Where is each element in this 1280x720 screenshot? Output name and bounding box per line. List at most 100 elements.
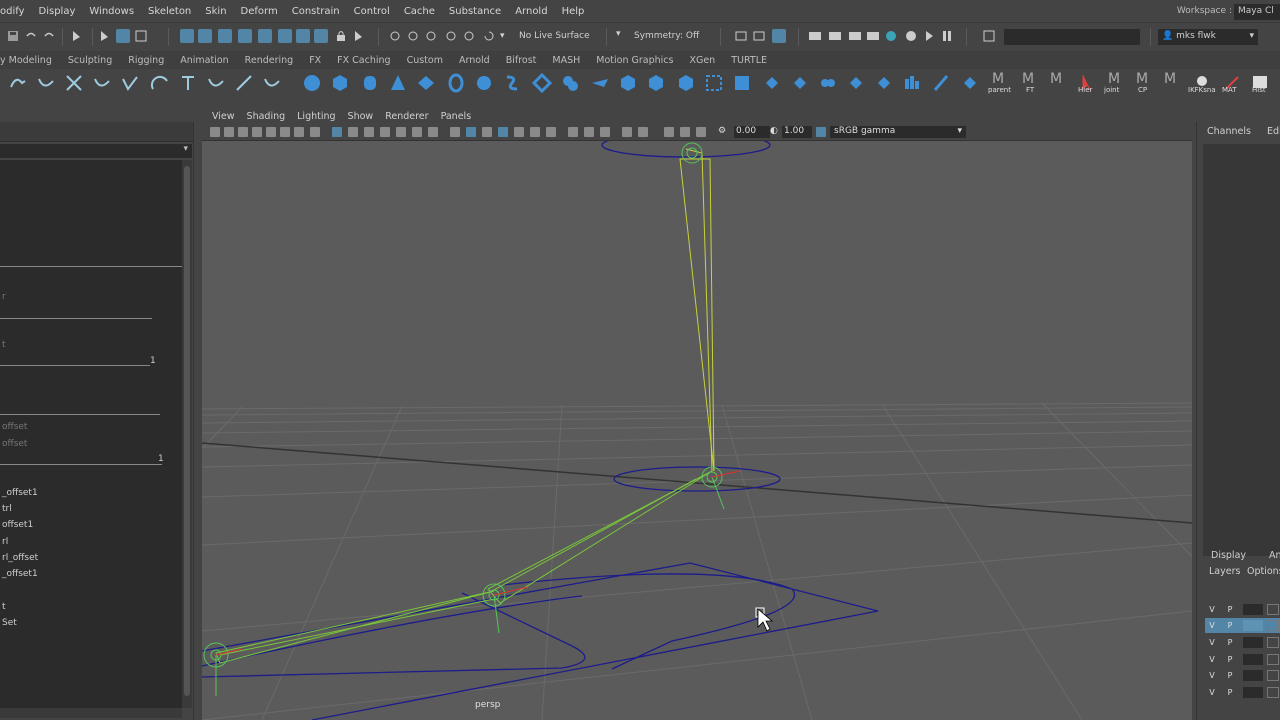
safe-title-icon[interactable]: [428, 127, 438, 137]
joint-icon[interactable]: M: [1108, 71, 1120, 87]
chevron-down-icon[interactable]: ▾: [500, 31, 505, 47]
history-icon[interactable]: [388, 29, 402, 43]
snap-help-icon[interactable]: [314, 29, 328, 43]
list-item[interactable]: _offset1: [2, 488, 38, 498]
render-frame-icon[interactable]: [808, 29, 822, 43]
render-settings-icon[interactable]: [848, 29, 862, 43]
plane-icon[interactable]: [416, 73, 436, 93]
layer-playback-toggle[interactable]: P: [1223, 670, 1237, 681]
lock-icon[interactable]: [334, 29, 348, 43]
outliner-horizontal-scrollbar[interactable]: [0, 708, 182, 718]
tab-rendering[interactable]: Rendering: [237, 55, 302, 66]
mirror-icon[interactable]: [846, 73, 866, 93]
layer-playback-toggle[interactable]: P: [1223, 604, 1237, 615]
render-history-icon[interactable]: [424, 29, 438, 43]
viewport-menu-show[interactable]: Show: [342, 111, 380, 122]
layer-visibility-toggle[interactable]: V: [1205, 620, 1219, 631]
curve-tool-icon[interactable]: [206, 73, 226, 93]
menu-cache[interactable]: Cache: [397, 6, 442, 17]
pick-icon[interactable]: [352, 29, 366, 43]
bevel-icon[interactable]: [646, 73, 666, 93]
ft-icon[interactable]: M: [1022, 71, 1034, 87]
tab-channels[interactable]: Channels: [1207, 126, 1251, 137]
tab-motion-graphics[interactable]: Motion Graphics: [588, 55, 681, 66]
undo-icon[interactable]: [24, 29, 38, 43]
menu-skeleton[interactable]: Skeleton: [141, 6, 198, 17]
safe-action-icon[interactable]: [412, 127, 422, 137]
paint-icon[interactable]: [932, 73, 952, 93]
select-hierarchy-icon[interactable]: [98, 29, 112, 43]
layer-edit-icon[interactable]: [1267, 604, 1279, 615]
list-item[interactable]: t: [2, 602, 6, 612]
layer-playback-toggle[interactable]: P: [1223, 654, 1237, 665]
cylinder-icon[interactable]: [360, 73, 380, 93]
resolution-gate-icon[interactable]: [364, 127, 374, 137]
redo-icon[interactable]: [42, 29, 56, 43]
wireframe-on-shaded-icon[interactable]: [482, 127, 492, 137]
cv-curve-icon[interactable]: [36, 73, 56, 93]
layer-row[interactable]: V P: [1205, 685, 1280, 700]
quad-draw-icon[interactable]: [960, 73, 980, 93]
arnold-render-icon[interactable]: [884, 29, 898, 43]
m-icon[interactable]: M: [1164, 71, 1176, 87]
tab-fx-caching[interactable]: FX Caching: [329, 55, 398, 66]
bookmark-icon[interactable]: [238, 127, 248, 137]
menu-display[interactable]: Display: [32, 6, 83, 17]
scrollbar-thumb[interactable]: [184, 166, 190, 696]
lights-icon[interactable]: [530, 127, 540, 137]
grid-icon[interactable]: [332, 127, 342, 137]
save-scene-icon[interactable]: [6, 29, 20, 43]
snap-surface-icon[interactable]: [258, 29, 272, 43]
tab-mash[interactable]: MASH: [544, 55, 588, 66]
construction-icon[interactable]: [406, 29, 420, 43]
arnold-ipr-icon[interactable]: [904, 29, 918, 43]
layer-visibility-toggle[interactable]: V: [1205, 654, 1219, 665]
cone-icon[interactable]: [388, 73, 408, 93]
list-item[interactable]: offset: [2, 439, 27, 449]
tab-fx[interactable]: FX: [301, 55, 329, 66]
uv-editor-icon[interactable]: [902, 73, 922, 93]
layer-color-swatch[interactable]: [1243, 687, 1263, 698]
xray-icon[interactable]: [638, 127, 648, 137]
multicut-icon[interactable]: [732, 73, 752, 93]
parent-icon[interactable]: M: [992, 71, 1004, 87]
list-item[interactable]: r: [2, 292, 6, 302]
anti-aliasing-icon[interactable]: [600, 127, 610, 137]
tab-bifrost[interactable]: Bifrost: [498, 55, 545, 66]
layer-color-swatch[interactable]: [1243, 637, 1263, 648]
pencil-curve-icon[interactable]: [120, 73, 140, 93]
smooth-shade-icon[interactable]: [466, 127, 476, 137]
xray-icon[interactable]: [772, 29, 786, 43]
arc-curve-icon[interactable]: [150, 73, 170, 93]
m-icon[interactable]: M: [1050, 71, 1062, 87]
layer-row[interactable]: V P: [1205, 635, 1280, 650]
torus-icon[interactable]: [446, 73, 466, 93]
tab-sculpting[interactable]: Sculpting: [60, 55, 120, 66]
color-management-icon[interactable]: [696, 127, 706, 137]
menu-deform[interactable]: Deform: [234, 6, 285, 17]
gate-mask-icon[interactable]: [380, 127, 390, 137]
layer-visibility-toggle[interactable]: V: [1205, 670, 1219, 681]
outliner-list[interactable]: r t 1 offset offset 1 _offset1 trl offse…: [0, 160, 182, 708]
extrude-icon[interactable]: [618, 73, 638, 93]
layer-row[interactable]: V P: [1205, 668, 1280, 683]
viewport-menu-view[interactable]: View: [206, 111, 241, 122]
isolate-icon[interactable]: [622, 127, 632, 137]
layer-visibility-toggle[interactable]: V: [1205, 604, 1219, 615]
smooth-icon[interactable]: [590, 73, 610, 93]
circularize-icon[interactable]: [874, 73, 894, 93]
outliner-scrollbar[interactable]: [182, 160, 192, 708]
pause-icon[interactable]: [940, 29, 954, 43]
exposure-field[interactable]: 0.00: [734, 126, 770, 138]
motion-blur-icon[interactable]: [584, 127, 594, 137]
grease-pencil-icon[interactable]: [280, 127, 290, 137]
menu-windows[interactable]: Windows: [82, 6, 141, 17]
layer-row[interactable]: V P: [1205, 618, 1280, 633]
workspace-dropdown[interactable]: Maya Cl: [1234, 4, 1280, 20]
hypershade-icon[interactable]: [866, 29, 880, 43]
menu-skin[interactable]: Skin: [198, 6, 233, 17]
shadows-icon[interactable]: [546, 127, 556, 137]
camera-select-icon[interactable]: [210, 127, 220, 137]
layer-row[interactable]: V P: [1205, 652, 1280, 667]
xray-joints-icon[interactable]: [498, 127, 508, 137]
